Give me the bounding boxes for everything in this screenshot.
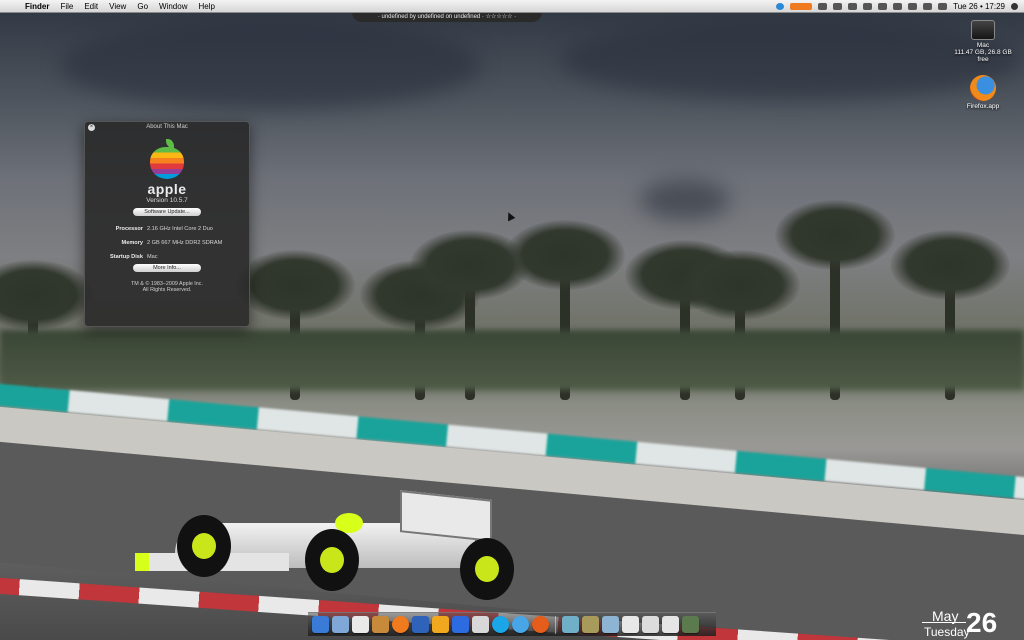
wifi-icon[interactable] bbox=[923, 2, 933, 10]
spotlight-icon[interactable] bbox=[1011, 2, 1018, 10]
spec-value: Mac bbox=[147, 254, 158, 260]
menu-edit[interactable]: Edit bbox=[84, 2, 98, 11]
bluetooth-icon[interactable] bbox=[893, 2, 903, 10]
dock-stack-icon[interactable] bbox=[562, 616, 579, 633]
chat-icon[interactable] bbox=[878, 2, 888, 10]
folder-icon[interactable] bbox=[833, 2, 843, 10]
window-titlebar[interactable]: × About This Mac bbox=[85, 122, 249, 133]
menu-window[interactable]: Window bbox=[159, 2, 187, 11]
spec-processor: Processor 2.16 GHz Intel Core 2 Duo bbox=[85, 226, 249, 232]
dock-stack-icon[interactable] bbox=[622, 616, 639, 633]
menu-app-finder[interactable]: Finder bbox=[25, 2, 49, 11]
dock-stack-icon[interactable] bbox=[642, 616, 659, 633]
hd-name: Mac bbox=[976, 42, 990, 49]
todo-icon[interactable] bbox=[452, 616, 469, 633]
menu-bar: Finder File Edit View Go Window Help Tue… bbox=[0, 0, 1024, 13]
firefox-icon bbox=[970, 75, 996, 101]
pages-icon[interactable] bbox=[432, 616, 449, 633]
spec-value: 2 GB 667 MHz DDR2 SDRAM bbox=[147, 240, 223, 246]
spec-label: Memory bbox=[121, 240, 143, 246]
race-car bbox=[135, 483, 515, 603]
window-title: About This Mac bbox=[146, 124, 188, 130]
desktop-icon-firefox[interactable]: Firefox.app bbox=[958, 75, 1008, 110]
hd-capacity: 111.47 GB, 26.8 GB free bbox=[954, 49, 1012, 63]
trash-icon[interactable] bbox=[682, 616, 699, 633]
network-icon[interactable] bbox=[776, 2, 785, 10]
menu-go[interactable]: Go bbox=[137, 2, 148, 11]
now-playing-strip[interactable]: · undefined by undefined on undefined · … bbox=[352, 12, 542, 22]
desktop-icon-hd[interactable]: Mac 111.47 GB, 26.8 GB free bbox=[948, 20, 1018, 63]
battery-icon[interactable] bbox=[938, 2, 948, 10]
dock-stack-icon[interactable] bbox=[662, 616, 679, 633]
spec-memory: Memory 2 GB 667 MHz DDR2 SDRAM bbox=[85, 240, 249, 246]
firefox2-icon[interactable] bbox=[532, 616, 549, 633]
calendar-day: 26 bbox=[966, 607, 998, 638]
about-this-mac-window: × About This Mac apple Version 10.5.7 So… bbox=[84, 121, 250, 327]
apple-wordmark: apple bbox=[147, 181, 187, 197]
word-icon[interactable] bbox=[412, 616, 429, 633]
itunes-controls-icon[interactable] bbox=[790, 2, 813, 10]
menu-clock[interactable]: Tue 26 • 17:29 bbox=[953, 2, 1005, 11]
firefox-label: Firefox.app bbox=[966, 103, 1000, 110]
eject-icon[interactable] bbox=[848, 2, 858, 10]
calendar-weekday: Tuesday bbox=[924, 625, 970, 639]
pen-icon[interactable] bbox=[472, 616, 489, 633]
spec-label: Processor bbox=[115, 226, 143, 232]
menu-file[interactable]: File bbox=[60, 2, 73, 11]
more-info-button[interactable]: More Info... bbox=[133, 264, 201, 272]
sync-icon[interactable] bbox=[818, 2, 828, 10]
firefox-icon[interactable] bbox=[392, 616, 409, 633]
dock-stack-icon[interactable] bbox=[582, 616, 599, 633]
spec-value: 2.16 GHz Intel Core 2 Duo bbox=[147, 226, 213, 232]
itunes-icon[interactable] bbox=[512, 616, 529, 633]
software-update-button[interactable]: Software Update... bbox=[133, 208, 201, 216]
menu-help[interactable]: Help bbox=[198, 2, 214, 11]
spec-startup-disk: Startup Disk Mac bbox=[85, 254, 249, 260]
iphoto-icon[interactable] bbox=[372, 616, 389, 633]
spec-label: Startup Disk bbox=[110, 254, 143, 260]
calendar-widget[interactable]: May Tuesday 26 bbox=[922, 607, 1022, 640]
copyright-line-2: All Rights Reserved. bbox=[142, 287, 192, 293]
hard-drive-icon bbox=[971, 20, 995, 40]
volume-icon[interactable] bbox=[908, 2, 918, 10]
menu-view[interactable]: View bbox=[109, 2, 126, 11]
dock-stack-icon[interactable] bbox=[602, 616, 619, 633]
copyright-text: TM & © 1983–2009 Apple Inc. All Rights R… bbox=[85, 280, 249, 294]
dock bbox=[308, 612, 716, 636]
skype-icon[interactable] bbox=[492, 616, 509, 633]
dock-separator bbox=[555, 615, 556, 634]
finder-icon[interactable] bbox=[312, 616, 329, 633]
os-version: Version 10.5.7 bbox=[146, 197, 188, 204]
close-icon[interactable]: × bbox=[88, 124, 95, 131]
display-icon[interactable] bbox=[863, 2, 873, 10]
ical-icon[interactable] bbox=[352, 616, 369, 633]
mail-icon[interactable] bbox=[332, 616, 349, 633]
apple-logo-icon bbox=[150, 139, 184, 179]
